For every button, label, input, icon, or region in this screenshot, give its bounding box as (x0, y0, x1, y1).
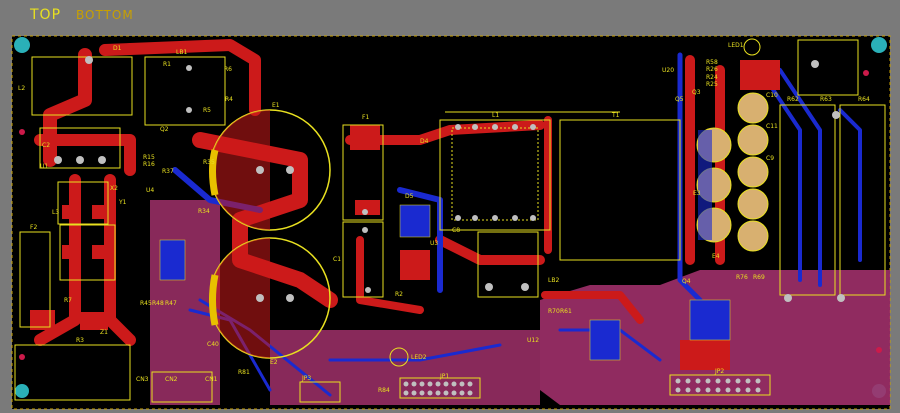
designator-r69: R69 (753, 274, 765, 281)
designator-f2: F2 (30, 224, 37, 231)
designator-r63: R63 (820, 96, 832, 103)
designator-e3: E3 (693, 190, 701, 197)
designator-r47: R47 (165, 300, 177, 307)
designator-e2: E2 (270, 359, 278, 366)
designator-r70: R70 (548, 308, 560, 315)
designator-r24: R24 (706, 74, 718, 81)
designator-r6: R6 (224, 66, 232, 73)
designator-jp3: JP3 (301, 375, 311, 382)
designator-l2: L2 (18, 85, 25, 92)
designator-d4: D4 (420, 138, 429, 145)
designator-r45: R45 (140, 300, 152, 307)
designator-u20: U20 (662, 67, 674, 74)
designator-cn2: CN2 (165, 376, 178, 383)
designator-r81: R81 (238, 369, 250, 376)
designator-r7: R7 (64, 297, 72, 304)
designator-l3: L3 (52, 209, 59, 216)
designator-r4: R4 (225, 96, 233, 103)
designator-lb1: LB1 (176, 49, 187, 56)
designator-q4: Q4 (682, 278, 691, 285)
designator-y1: Y1 (118, 199, 127, 206)
designator-c40: C40 (207, 341, 219, 348)
designator-d5: D5 (405, 193, 414, 200)
designator-c11: C11 (766, 123, 778, 130)
designator-e1: E1 (272, 102, 280, 109)
designator-r26: R26 (706, 66, 718, 73)
designator-r34: R34 (198, 208, 210, 215)
mounting-hole (871, 37, 887, 53)
designator-r84: R84 (378, 387, 390, 394)
pcb-layout-view: TOP BOTTOM D1 LB1 L2 C2 U1 X2 L3 F2 R7 R… (0, 0, 900, 413)
designator-cn3: CN3 (136, 376, 149, 383)
designator-led1: LED1 (728, 42, 744, 49)
designator-q3: Q3 (692, 89, 701, 96)
designator-u4: U4 (146, 187, 154, 194)
designator-r76: R76 (736, 274, 748, 281)
designator-l1: L1 (492, 112, 499, 119)
designator-jp2: JP2 (714, 368, 724, 375)
designator-r37: R37 (162, 168, 174, 175)
designator-c2: C2 (42, 142, 50, 149)
designator-c9: C9 (766, 155, 774, 162)
designator-lb2: LB2 (548, 277, 559, 284)
designator-f1: F1 (362, 114, 369, 121)
mounting-hole (15, 384, 29, 398)
pcb-canvas[interactable]: D1 LB1 L2 C2 U1 X2 L3 F2 R7 R3 Z1 CN3 CN… (0, 0, 900, 413)
designator-cn1: CN1 (205, 376, 218, 383)
designator-c10: C10 (766, 92, 778, 99)
designator-r2: R2 (395, 291, 403, 298)
designator-r62: R62 (787, 96, 799, 103)
designator-jp1: JP1 (439, 373, 449, 380)
designator-r15: R15 (143, 154, 155, 161)
designator-u3: U3 (430, 240, 438, 247)
designator-z1: Z1 (100, 329, 108, 336)
designator-r5: R5 (203, 107, 211, 114)
mounting-hole (14, 37, 30, 53)
designator-r3: R3 (76, 337, 84, 344)
designator-c8: C8 (452, 227, 460, 234)
designator-r25: R25 (706, 81, 718, 88)
designator-r61: R61 (560, 308, 572, 315)
designator-q2: Q2 (160, 126, 169, 133)
designator-r48: R48 (152, 300, 164, 307)
designator-r1: R1 (163, 61, 171, 68)
designator-c1: C1 (333, 256, 341, 263)
designator-t1: T1 (611, 112, 620, 119)
designator-r35: R35 (203, 159, 215, 166)
designator-r16: R16 (143, 161, 155, 168)
designator-r64: R64 (858, 96, 870, 103)
designator-u12: U12 (527, 337, 539, 344)
designator-led2: LED2 (411, 354, 427, 361)
designator-q5: Q5 (675, 96, 684, 103)
designator-u1: U1 (40, 163, 48, 170)
designator-r58: R58 (706, 59, 718, 66)
designator-d1: D1 (113, 45, 122, 52)
designator-e4: E4 (712, 253, 720, 260)
designator-x2: X2 (110, 185, 118, 192)
